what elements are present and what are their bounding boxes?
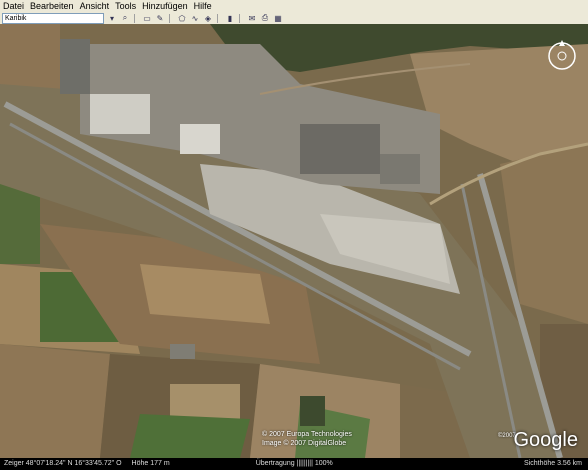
compass-icon[interactable] bbox=[546, 40, 578, 72]
google-logo: Google bbox=[513, 429, 579, 451]
satellite-image bbox=[0, 24, 588, 458]
separator bbox=[134, 13, 135, 23]
separator bbox=[169, 13, 170, 23]
search-input[interactable] bbox=[2, 12, 104, 24]
map-viewport[interactable]: © 2007 Europa Technologies Image © 2007 … bbox=[0, 24, 588, 458]
attribution-line2: Image © 2007 DigitalGlobe bbox=[262, 440, 347, 447]
path-icon[interactable]: ∿ bbox=[190, 13, 200, 23]
menu-add[interactable]: Hinzufügen bbox=[139, 0, 191, 12]
menu-tools[interactable]: Tools bbox=[112, 0, 139, 12]
pointer-coordinates: Zeiger 48°07'18.24" N 16°33'45.72" O bbox=[4, 460, 122, 467]
overlay-icon[interactable]: ◈ bbox=[203, 13, 213, 23]
menu-bar: Datei Bearbeiten Ansicht Tools Hinzufüge… bbox=[0, 0, 588, 12]
grid-icon[interactable]: ▭ bbox=[142, 13, 152, 23]
print-icon[interactable]: ⎙ bbox=[260, 13, 270, 23]
streaming-indicator: Übertragung ||||||||| 100% bbox=[255, 460, 333, 467]
polygon-icon[interactable]: ⬠ bbox=[177, 13, 187, 23]
eye-altitude: Sichthöhe 3.56 km bbox=[524, 460, 582, 467]
separator bbox=[217, 13, 218, 23]
ruler-icon[interactable]: ▮ bbox=[225, 13, 235, 23]
status-bar: Zeiger 48°07'18.24" N 16°33'45.72" O Höh… bbox=[0, 458, 588, 470]
map-icon[interactable]: ▦ bbox=[273, 13, 283, 23]
search-dropdown-icon[interactable]: ▾ bbox=[107, 13, 117, 23]
menu-help[interactable]: Hilfe bbox=[191, 0, 215, 12]
email-icon[interactable]: ✉ bbox=[247, 13, 257, 23]
placemark-icon[interactable]: ✎ bbox=[155, 13, 165, 23]
attribution-line1: © 2007 Europa Technologies bbox=[262, 431, 352, 438]
separator bbox=[239, 13, 240, 23]
menu-file[interactable]: Datei bbox=[0, 0, 27, 12]
search-go-icon[interactable]: ⌕ bbox=[120, 13, 130, 23]
menu-edit[interactable]: Bearbeiten bbox=[27, 0, 77, 12]
menu-view[interactable]: Ansicht bbox=[77, 0, 113, 12]
elevation-readout: Höhe 177 m bbox=[131, 460, 170, 467]
